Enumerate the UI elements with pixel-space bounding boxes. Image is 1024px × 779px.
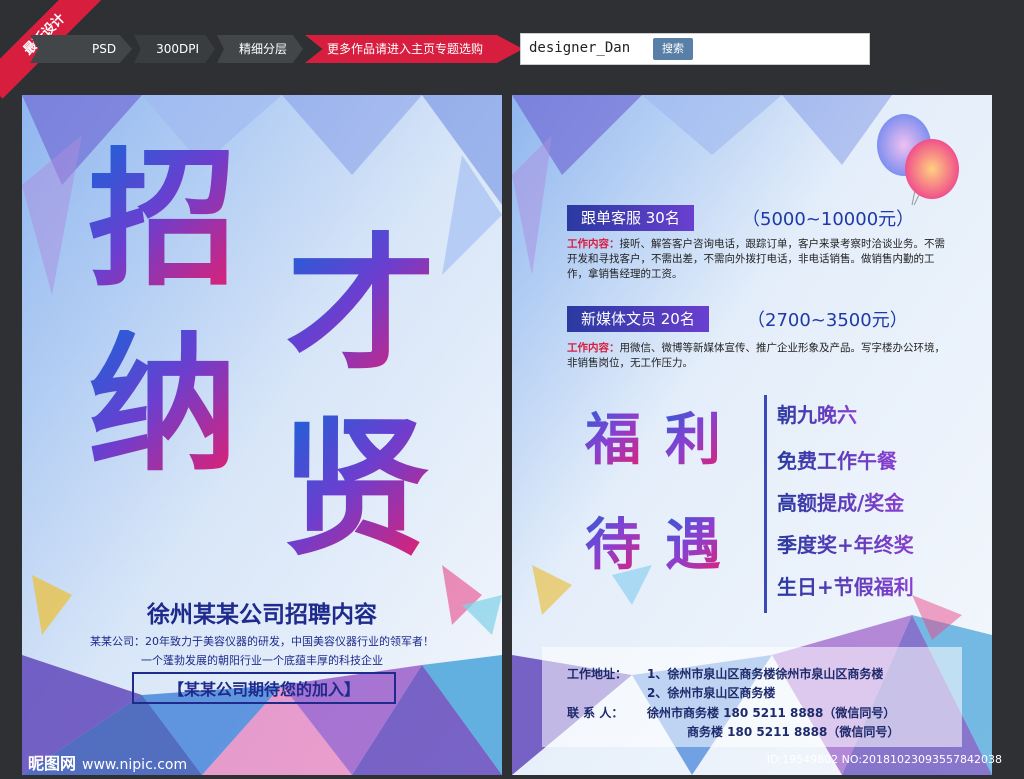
address-label: 工作地址： [567,667,628,681]
job-desc-label-2: 工作内容： [567,342,620,354]
search-button[interactable]: 搜索 [653,38,693,60]
welfare-char-dai: 待 [585,500,641,581]
job-desc-1: 工作内容：接听、解答客户咨询电话，跟踪订单，客户来录考察时洽谈业务。不需开发和寻… [567,237,947,282]
nipic-logo[interactable]: 昵图网 www.nipic.com [28,750,187,774]
tab-more-works[interactable]: 更多作品请进入主页专题选购 [305,35,524,63]
welfare-item-4: 季度奖+年终奖 [777,529,914,558]
search-input[interactable]: designer_Dan [529,40,630,56]
job-desc-text-1: 接听、解答客户咨询电话，跟踪订单，客户来录考察时洽谈业务。不需开发和寻找客户，不… [567,238,945,280]
headline-char-zhao: 招 [88,133,239,307]
info-tabs: PSD 300DPI 精细分层 更多作品请进入主页专题选购 [30,35,525,63]
job-title-2: 新媒体文员 20名 [567,306,709,332]
company-headline: 徐州某某公司招聘内容 [147,602,377,628]
join-slogan: 【某某公司期待您的加入】 [132,672,396,704]
contact-phone-1: 徐州市商务楼 180 5211 8888（微信同号） [647,706,896,720]
headline-char-cai: 才 [286,218,437,392]
tab-layers[interactable]: 精细分层 [217,35,304,63]
contact-person-label: 联 系 人： [567,706,624,720]
address-line-1: 1、徐州市泉山区商务楼徐州市泉山区商务楼 [647,667,884,681]
job-title-1: 跟单客服 30名 [567,205,694,231]
footer-bar: 昵图网 www.nipic.com ID:19549802 NO:20181023… [0,745,1024,779]
poster-right: 跟单客服 30名 （5000~10000元） 工作内容：接听、解答客户咨询电话，… [512,95,992,775]
logo-url: www.nipic.com [82,757,188,773]
company-intro: 某某公司：20年致力于美容仪器的研发，中国美容仪器行业的领军者！ [90,635,434,648]
welfare-item-5: 生日+节假福利 [777,571,914,600]
contact-phone-2: 商务楼 180 5211 8888（微信同号） [687,725,900,739]
company-tagline: 一个蓬勃发展的朝阳行业一个底蕴丰厚的科技企业 [141,654,383,667]
job-salary-2: （2700~3500元） [747,310,908,331]
welfare-char-fu: 福 [585,395,641,476]
designer-search[interactable]: designer_Dan 搜索 [520,33,870,65]
welfare-char-li: 利 [665,395,721,476]
job-desc-text-2: 用微信、微博等新媒体宣传、推广企业形象及产品。写字楼办公环境，非销售岗位，无工作… [567,342,945,369]
headline-char-na: 纳 [88,318,239,492]
welfare-item-1: 朝九晚六 [777,399,857,428]
logo-name: 昵图网 [28,754,77,773]
welfare-item-3: 高额提成/奖金 [777,487,904,516]
job-desc-label-1: 工作内容： [567,238,620,250]
job-salary-1: （5000~10000元） [742,209,915,230]
poster-left: 招 纳 才 贤 徐州某某公司招聘内容 某某公司：20年致力于美容仪器的研发，中国… [22,95,502,775]
address-line-2: 2、徐州市泉山区商务楼 [647,686,776,700]
welfare-char-yu: 遇 [665,500,721,581]
image-id-text: ID:19549802 NO:20181023093557842038 [766,753,1002,766]
headline-char-xian: 贤 [280,403,431,577]
tab-dpi[interactable]: 300DPI [134,35,216,63]
tab-psd[interactable]: PSD [30,35,133,63]
welfare-divider [764,395,767,613]
top-bar: 最新设计 PSD 300DPI 精细分层 更多作品请进入主页专题选购 desig… [0,0,1024,99]
welfare-item-2: 免费工作午餐 [777,445,897,474]
job-desc-2: 工作内容：用微信、微博等新媒体宣传、推广企业形象及产品。写字楼办公环境，非销售岗… [567,341,947,371]
